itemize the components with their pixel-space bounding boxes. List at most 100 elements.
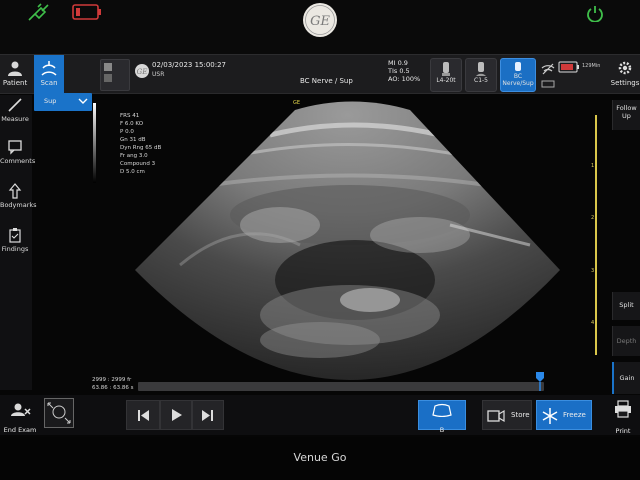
- plug-icon: [28, 3, 49, 21]
- exam-user: USR: [152, 71, 165, 78]
- network-icon: [541, 80, 555, 88]
- wifi-off-icon: [541, 63, 555, 75]
- svg-text:GE: GE: [310, 14, 330, 29]
- bodymark-preview-icon: [47, 402, 71, 424]
- settings-label: Settings: [610, 79, 640, 87]
- cine-info: 2999 : 2999 fr 63.86 : 63.86 s: [92, 376, 133, 392]
- battery-time: 129Min: [582, 63, 601, 69]
- bodymark-thumbnail[interactable]: [44, 398, 74, 428]
- cine-slider-thumb[interactable]: [534, 370, 546, 392]
- scan-icon: [41, 61, 57, 76]
- b-mode-icon: [432, 403, 452, 417]
- cine-slider-track[interactable]: [138, 382, 544, 391]
- probe-c1-5-button[interactable]: C1-5: [465, 58, 497, 92]
- depth-label: Depth: [616, 337, 637, 345]
- step-back-icon: [138, 410, 149, 421]
- probe-name: BC: [513, 73, 523, 80]
- bodymark-icon: [8, 183, 22, 199]
- probe-name: L4-20t: [436, 77, 456, 84]
- video-camera-icon: [487, 409, 505, 423]
- clipboard-icon: [9, 228, 21, 243]
- freeze-button[interactable]: Freeze: [536, 400, 592, 430]
- ge-logo-icon: GE: [303, 3, 337, 37]
- print-button[interactable]: Print: [608, 398, 638, 435]
- settings-button[interactable]: Settings: [610, 55, 640, 95]
- probe-l4-20t-button[interactable]: L4-20t: [430, 58, 462, 92]
- probe-bc-nerve-button[interactable]: BC Nerve/Sup: [500, 58, 536, 92]
- printer-icon: [615, 400, 631, 418]
- follow-up-button[interactable]: Follow Up: [612, 100, 640, 130]
- chevron-down-icon: [78, 98, 88, 104]
- tis-value: TIs 0.5: [388, 67, 410, 75]
- grayscale-bar: [93, 103, 96, 183]
- bodymarks-button[interactable]: Bodymarks: [0, 183, 37, 209]
- measure-icon: [8, 98, 22, 112]
- bodymarks-label: Bodymarks: [0, 201, 37, 209]
- next-frame-button[interactable]: [192, 400, 224, 430]
- cine-frames: 2999 : 2999 fr: [92, 377, 132, 383]
- comment-icon: [8, 140, 22, 155]
- follow-up-label: Follow Up: [616, 104, 637, 120]
- depth-scale: [595, 115, 597, 355]
- exam-datetime: 02/03/2023 15:00:27: [152, 61, 227, 69]
- comments-label: Comments: [0, 157, 36, 165]
- preset-label: BC Nerve / Sup: [300, 77, 353, 85]
- mi-value: MI 0.9: [388, 59, 408, 67]
- device-bezel-bottom: Venue Go: [0, 437, 640, 480]
- device-brand-label: Venue Go: [293, 451, 347, 464]
- scan-label: Scan: [40, 79, 58, 87]
- play-button[interactable]: [160, 400, 192, 430]
- cine-time: 63.86 : 63.86 s: [92, 385, 134, 391]
- play-icon: [172, 409, 182, 421]
- probe-name: C1-5: [474, 77, 488, 84]
- end-exam-label: End Exam: [3, 426, 37, 434]
- preset-dropdown-label: Sup: [44, 97, 57, 105]
- exam-thumbnail-button[interactable]: [100, 59, 130, 91]
- top-bar: Patient Scan GE 02/03/2023 15:00:27 USR …: [0, 54, 640, 95]
- depth-tick: 4: [591, 320, 595, 326]
- probe-orientation-mark: GE: [293, 100, 300, 106]
- active-probe-icon: [515, 62, 521, 71]
- battery-icon: [72, 4, 101, 20]
- probe-sub: Nerve/Sup: [502, 80, 534, 87]
- ao-value: AO: 100%: [388, 75, 421, 83]
- b-mode-label: B: [439, 426, 445, 434]
- svg-text:GE: GE: [137, 68, 148, 76]
- power-icon[interactable]: [586, 4, 604, 22]
- b-mode-button[interactable]: B: [418, 400, 466, 434]
- convex-probe-icon: [476, 62, 486, 76]
- preset-dropdown[interactable]: Sup: [34, 93, 92, 111]
- split-label: Split: [619, 301, 634, 309]
- depth-tick: 1: [591, 163, 595, 169]
- snowflake-icon: [542, 408, 558, 424]
- print-label: Print: [615, 427, 631, 435]
- device-bezel-top: GE: [0, 0, 640, 54]
- scan-button[interactable]: Scan: [34, 55, 64, 95]
- gear-icon: [618, 61, 632, 75]
- safety-indices: MI 0.9 TIs 0.5 AO: 100%: [388, 59, 420, 83]
- patient-label: Patient: [2, 79, 28, 87]
- patient-button[interactable]: Patient: [0, 55, 30, 95]
- ultrasound-image[interactable]: GE: [120, 95, 580, 385]
- linear-probe-icon: [442, 62, 450, 76]
- previous-frame-button[interactable]: [126, 400, 160, 430]
- split-button[interactable]: Split: [612, 292, 640, 320]
- store-button[interactable]: Store: [482, 400, 532, 430]
- ge-small-logo-icon: GE: [135, 64, 149, 78]
- left-toolbar: Measure Comments Bodymarks Findings: [0, 95, 37, 390]
- depth-tick: 2: [591, 215, 595, 221]
- end-exam-icon: [11, 403, 31, 416]
- patient-icon: [8, 61, 22, 76]
- gain-button[interactable]: Gain: [612, 362, 640, 394]
- findings-button[interactable]: Findings: [0, 227, 30, 253]
- step-forward-icon: [202, 410, 213, 421]
- measure-label: Measure: [1, 115, 29, 123]
- end-exam-button[interactable]: End Exam: [0, 397, 40, 434]
- comments-button[interactable]: Comments: [0, 139, 35, 165]
- store-label: Store: [511, 411, 530, 419]
- status-battery-icon: [558, 61, 579, 73]
- freeze-label: Freeze: [563, 411, 586, 419]
- measure-button[interactable]: Measure: [0, 97, 30, 123]
- gain-label: Gain: [619, 374, 635, 382]
- depth-button[interactable]: Depth: [612, 326, 640, 356]
